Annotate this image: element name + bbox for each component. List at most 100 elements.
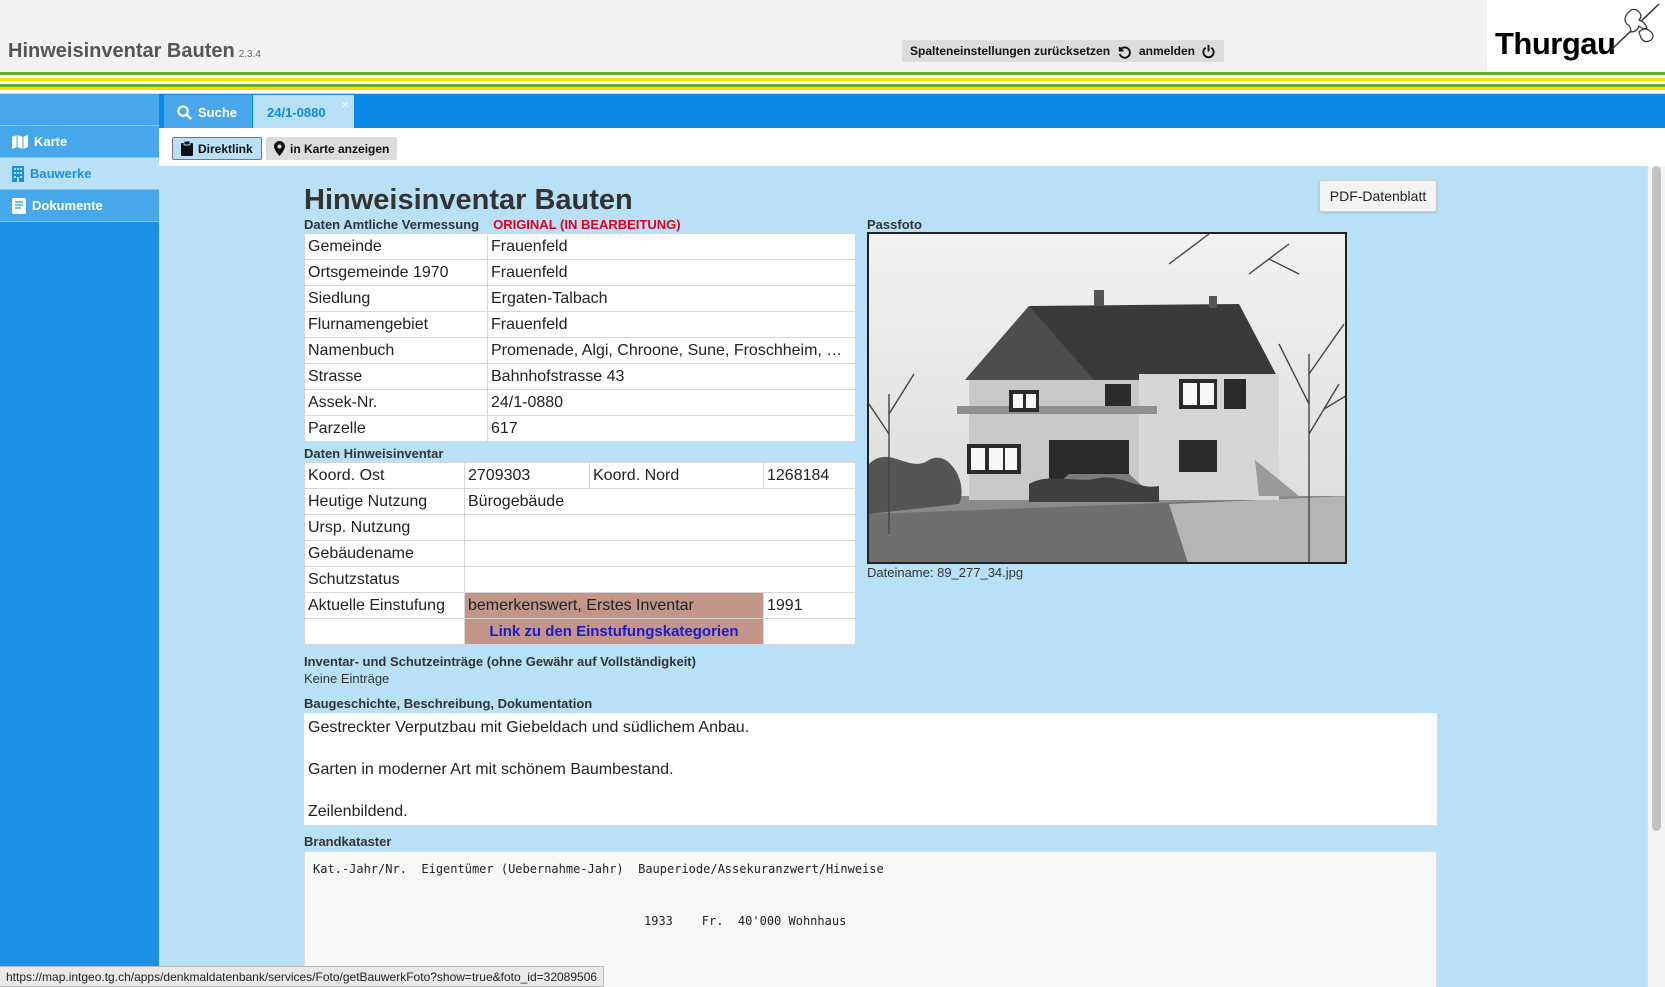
row-key: Aktuelle Einstufung — [304, 592, 465, 619]
table-row: Siedlung Ergaten-Talbach — [304, 285, 856, 312]
einstufung-value: bemerkenswert, Erstes Inventar — [464, 592, 764, 619]
top-header: Hinweisinventar Bauten 2.3.4 Spalteneinst… — [0, 0, 1665, 72]
map-pin-icon — [274, 141, 285, 156]
einstufung-link[interactable]: Link zu den Einstufungskategorien — [464, 618, 764, 645]
amtliche-table: Gemeinde Frauenfeld Ortsgemeinde 1970 Frau… — [304, 233, 856, 442]
page-title: Hinweisinventar Bauten — [304, 184, 633, 216]
row-value: 24/1-0880 — [487, 389, 856, 416]
row-key: Strasse — [304, 363, 488, 390]
map-icon — [12, 134, 28, 149]
status-url: https://map.intgeo.tg.ch/apps/denkmaldat… — [0, 966, 605, 987]
tab-suche[interactable]: Suche — [164, 95, 252, 129]
inventar-label: Inventar- und Schutzeinträge (ohne Gewäh… — [304, 654, 696, 669]
table-row: Link zu den Einstufungskategorien — [304, 618, 856, 645]
brandkataster-label: Brandkataster — [304, 834, 392, 849]
clipboard-icon — [181, 141, 193, 156]
row-value: Frauenfeld — [487, 311, 856, 338]
row-key: Parzelle — [304, 415, 488, 442]
building-photo[interactable] — [867, 232, 1347, 564]
hinweis-table: Koord. Ost 2709303 Koord. Nord 1268184 H… — [304, 462, 856, 645]
einstufung-year: 1991 — [763, 592, 856, 619]
sidebar-item-label: Dokumente — [32, 198, 103, 213]
sidebar: Karte Bauwerke Dokumente — [0, 94, 159, 987]
row-value: Frauenfeld — [487, 259, 856, 286]
brandkataster-row: 1933 Fr. 40'000 Wohnhaus — [644, 914, 847, 928]
text-line: Garten in moderner Art mit schönem Baumb… — [308, 761, 674, 778]
tab-bauwerk[interactable]: 24/1-0880 × — [253, 95, 354, 129]
reset-columns-label: Spalteneinstellungen zurücksetzen — [910, 44, 1111, 58]
table-row: Assek-Nr. 24/1-0880 — [304, 389, 856, 416]
direktlink-label: Direktlink — [198, 141, 253, 156]
pdf-datenblatt-button[interactable]: PDF-Datenblatt — [1319, 180, 1437, 212]
document-icon — [12, 197, 26, 214]
hinweis-section-label: Daten Hinweisinventar — [304, 446, 444, 461]
sidebar-item-dokumente[interactable]: Dokumente — [0, 190, 159, 222]
row-key: Ortsgemeinde 1970 — [304, 259, 488, 286]
baugeschichte-label: Baugeschichte, Beschreibung, Dokumentati… — [304, 696, 593, 711]
row-key: Gebäudename — [304, 540, 465, 567]
app-title-text: Hinweisinventar Bauten — [8, 40, 235, 62]
row-key: Flurnamengebiet — [304, 311, 488, 338]
row-key: Schutzstatus — [304, 566, 465, 593]
lion-crest-icon — [1610, 3, 1660, 51]
row-key: Ursp. Nutzung — [304, 514, 465, 541]
tab-close-icon[interactable]: × — [341, 97, 349, 112]
toolbar: Direktlink in Karte anzeigen — [159, 128, 1665, 166]
scrollbar[interactable] — [1647, 166, 1665, 987]
power-icon — [1202, 44, 1215, 58]
sidebar-item-bauwerke[interactable]: Bauwerke — [0, 158, 159, 190]
table-row: Parzelle 617 — [304, 415, 856, 442]
house-photo-illustration — [869, 234, 1345, 562]
detail-content: Hinweisinventar Bauten PDF-Datenblatt Da… — [159, 166, 1647, 987]
amtliche-label: Daten Amtliche Vermessung — [304, 217, 480, 232]
sidebar-item-karte[interactable]: Karte — [0, 126, 159, 158]
logo-text: Thurgau — [1495, 26, 1616, 61]
table-row: Schutzstatus — [304, 566, 856, 593]
row-value — [464, 514, 856, 541]
row-value: Frauenfeld — [487, 233, 856, 260]
empty-cell — [304, 618, 465, 645]
koord-ost-label: Koord. Ost — [304, 462, 465, 489]
empty-cell — [763, 618, 856, 645]
tab-bauwerk-label: 24/1-0880 — [267, 104, 326, 120]
row-value: Ergaten-Talbach — [487, 285, 856, 312]
koord-ost-value: 2709303 — [464, 462, 590, 489]
brand-stripes — [0, 72, 1665, 94]
table-row: Namenbuch Promenade, Algi, Chroone, Sune,… — [304, 337, 856, 364]
row-value: Bahnhofstrasse 43 — [487, 363, 856, 390]
table-row: Gebäudename — [304, 540, 856, 567]
brandkataster-header: Kat.-Jahr/Nr. Eigentümer (Uebernahme-Jah… — [313, 862, 884, 876]
app-version: 2.3.4 — [238, 49, 261, 60]
table-row: Aktuelle Einstufung bemerkenswert, Erste… — [304, 592, 856, 619]
row-key: Siedlung — [304, 285, 488, 312]
table-row: Heutige Nutzung Bürogebäude — [304, 488, 856, 515]
show-in-map-button[interactable]: in Karte anzeigen — [266, 137, 398, 160]
row-value: Promenade, Algi, Chroone, Sune, Froschhe… — [487, 337, 856, 364]
table-row: Ursp. Nutzung — [304, 514, 856, 541]
row-value: Bürogebäude — [464, 488, 856, 515]
row-value: 617 — [487, 415, 856, 442]
passfoto-label: Passfoto — [867, 217, 922, 232]
undo-icon — [1118, 45, 1131, 59]
koord-nord-value: 1268184 — [763, 462, 856, 489]
table-row: Flurnamengebiet Frauenfeld — [304, 311, 856, 338]
table-row: Ortsgemeinde 1970 Frauenfeld — [304, 259, 856, 286]
app-title: Hinweisinventar Bauten 2.3.4 — [8, 40, 261, 63]
koord-nord-label: Koord. Nord — [589, 462, 764, 489]
table-row: Strasse Bahnhofstrasse 43 — [304, 363, 856, 390]
sidebar-item-label: Karte — [34, 134, 68, 149]
reset-columns-button[interactable]: Spalteneinstellungen zurücksetzen — [902, 40, 1140, 62]
thurgau-logo[interactable]: Thurgau — [1487, 0, 1665, 72]
show-in-map-label: in Karte anzeigen — [290, 141, 390, 156]
direktlink-button[interactable]: Direktlink — [172, 137, 262, 160]
row-key: Gemeinde — [304, 233, 488, 260]
sidebar-header — [0, 94, 159, 126]
scrollbar-thumb[interactable] — [1652, 166, 1661, 831]
login-button[interactable]: anmelden — [1131, 40, 1225, 62]
tab-bar: Suche 24/1-0880 × — [159, 94, 1665, 129]
table-row: Koord. Ost 2709303 Koord. Nord 1268184 — [304, 462, 856, 489]
status-badge: ORIGINAL (IN BEARBEITUNG) — [493, 217, 681, 232]
row-value — [464, 566, 856, 593]
amtliche-section-label: Daten Amtliche Vermessung ORIGINAL (IN BE… — [288, 217, 681, 232]
text-line: Gestreckter Verputzbau mit Giebeldach un… — [308, 719, 750, 736]
